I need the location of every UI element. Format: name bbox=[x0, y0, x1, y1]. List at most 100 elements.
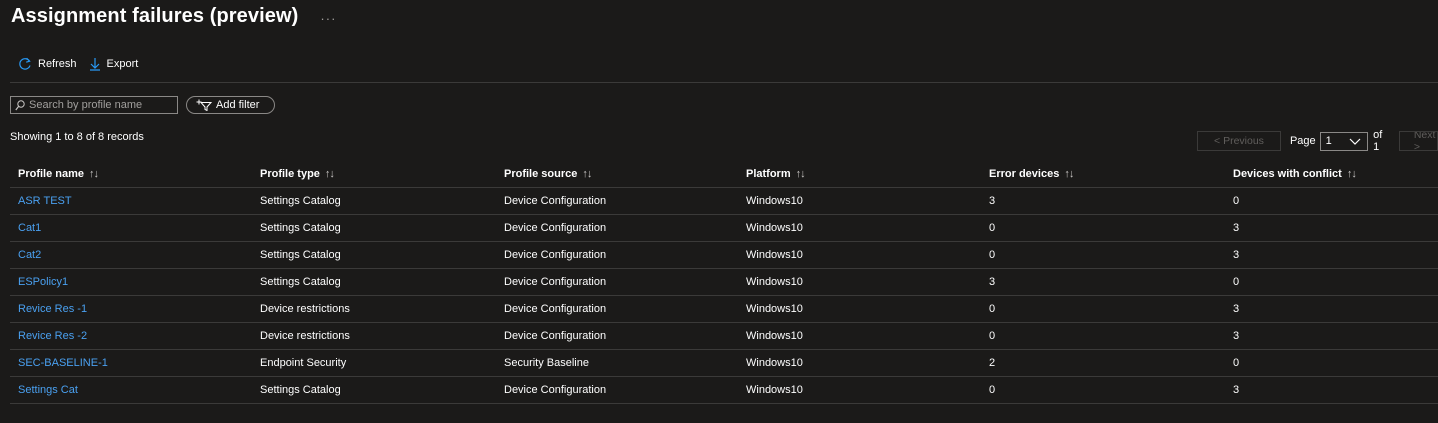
add-filter-button[interactable]: Add filter bbox=[186, 96, 275, 114]
export-label: Export bbox=[106, 58, 139, 70]
sort-icon: ↑↓ bbox=[795, 167, 806, 180]
profile-type-cell: Device restrictions bbox=[252, 295, 496, 323]
next-button[interactable]: Next > bbox=[1398, 131, 1438, 151]
column-header-label: Profile source bbox=[504, 167, 578, 180]
devices-with-conflict-cell: 0 bbox=[1225, 187, 1438, 215]
previous-button[interactable]: < Previous bbox=[1197, 131, 1281, 151]
search-input[interactable] bbox=[25, 99, 169, 111]
column-header-error-devices[interactable]: Error devices ↑↓ bbox=[981, 160, 1225, 188]
toolbar: Refresh Export bbox=[18, 57, 150, 71]
devices-with-conflict-cell: 3 bbox=[1225, 376, 1438, 404]
platform-cell: Windows10 bbox=[738, 214, 981, 242]
devices-with-conflict-cell: 3 bbox=[1225, 295, 1438, 323]
table-row: Revice Res -2 Device restrictions Device… bbox=[10, 322, 1438, 350]
profile-source-cell: Device Configuration bbox=[496, 322, 738, 350]
column-header-label: Error devices bbox=[989, 167, 1060, 180]
table-row: Settings Cat Settings Catalog Device Con… bbox=[10, 376, 1438, 404]
column-header-platform[interactable]: Platform ↑↓ bbox=[738, 160, 981, 188]
error-devices-cell: 0 bbox=[981, 295, 1225, 323]
profile-name-link[interactable]: SEC-BASELINE-1 bbox=[10, 349, 252, 377]
column-header-label: Platform bbox=[746, 167, 791, 180]
column-header-profile-name[interactable]: Profile name ↑↓ bbox=[10, 160, 252, 188]
profile-name-link[interactable]: Settings Cat bbox=[10, 376, 252, 404]
refresh-icon bbox=[19, 57, 31, 70]
column-header-label: Profile name bbox=[18, 167, 85, 180]
table-row: SEC-BASELINE-1 Endpoint Security Securit… bbox=[10, 349, 1438, 377]
profile-type-cell: Endpoint Security bbox=[252, 349, 496, 377]
search-box bbox=[10, 96, 178, 114]
records-count: Showing 1 to 8 of 8 records bbox=[10, 131, 144, 143]
devices-with-conflict-cell: 0 bbox=[1225, 268, 1438, 296]
page-title: Assignment failures (preview) bbox=[11, 5, 299, 27]
profile-name-link[interactable]: Revice Res -1 bbox=[10, 295, 252, 323]
profile-source-cell: Device Configuration bbox=[496, 187, 738, 215]
error-devices-cell: 0 bbox=[981, 322, 1225, 350]
profile-name-link[interactable]: Cat1 bbox=[10, 214, 252, 242]
sort-icon: ↑↓ bbox=[89, 167, 99, 180]
platform-cell: Windows10 bbox=[738, 241, 981, 269]
search-icon bbox=[15, 99, 25, 110]
error-devices-cell: 3 bbox=[981, 187, 1225, 215]
column-header-profile-source[interactable]: Profile source ↑↓ bbox=[496, 160, 738, 188]
more-options-button[interactable]: ··· bbox=[320, 11, 336, 26]
table-row: ESPolicy1 Settings Catalog Device Config… bbox=[10, 268, 1438, 296]
error-devices-cell: 0 bbox=[981, 214, 1225, 242]
platform-cell: Windows10 bbox=[738, 349, 981, 377]
error-devices-cell: 2 bbox=[981, 349, 1225, 377]
sort-icon: ↑↓ bbox=[1064, 167, 1074, 180]
profile-type-cell: Settings Catalog bbox=[252, 376, 496, 404]
page-select-value: 1 bbox=[1325, 135, 1332, 147]
sort-icon: ↑↓ bbox=[324, 167, 335, 180]
refresh-button[interactable]: Refresh bbox=[18, 57, 77, 71]
export-button[interactable]: Export bbox=[89, 57, 139, 71]
table-row: Cat1 Settings Catalog Device Configurati… bbox=[10, 214, 1438, 242]
pagination: < Previous Page 1 of 1 Next > bbox=[1197, 129, 1438, 153]
add-filter-icon bbox=[196, 99, 212, 111]
profile-name-link[interactable]: ESPolicy1 bbox=[10, 268, 252, 296]
table-row: Revice Res -1 Device restrictions Device… bbox=[10, 295, 1438, 323]
profile-type-cell: Settings Catalog bbox=[252, 241, 496, 269]
platform-cell: Windows10 bbox=[738, 295, 981, 323]
page-count-label: of 1 bbox=[1373, 129, 1383, 153]
toolbar-divider bbox=[10, 82, 1438, 83]
add-filter-label: Add filter bbox=[216, 99, 260, 111]
page-select[interactable]: 1 bbox=[1319, 131, 1369, 151]
profile-source-cell: Device Configuration bbox=[496, 214, 738, 242]
profile-type-cell: Settings Catalog bbox=[252, 187, 496, 215]
profile-name-link[interactable]: Cat2 bbox=[10, 241, 252, 269]
chevron-down-icon bbox=[1349, 138, 1361, 145]
devices-with-conflict-cell: 3 bbox=[1225, 322, 1438, 350]
profile-source-cell: Device Configuration bbox=[496, 241, 738, 269]
refresh-label: Refresh bbox=[38, 58, 77, 70]
devices-with-conflict-cell: 3 bbox=[1225, 241, 1438, 269]
column-header-label: Profile type bbox=[260, 167, 320, 180]
platform-cell: Windows10 bbox=[738, 376, 981, 404]
platform-cell: Windows10 bbox=[738, 322, 981, 350]
profile-name-link[interactable]: ASR TEST bbox=[10, 187, 252, 215]
table-header-row: Profile name ↑↓ Profile type ↑↓ Profile so… bbox=[10, 160, 1438, 188]
profile-type-cell: Settings Catalog bbox=[252, 268, 496, 296]
profile-type-cell: Device restrictions bbox=[252, 322, 496, 350]
table-row: Cat2 Settings Catalog Device Configurati… bbox=[10, 241, 1438, 269]
column-header-label: Devices with conflict bbox=[1233, 167, 1342, 180]
assignment-failures-table: Profile name ↑↓ Profile type ↑↓ Profile so… bbox=[10, 160, 1438, 404]
error-devices-cell: 0 bbox=[981, 241, 1225, 269]
column-header-profile-type[interactable]: Profile type ↑↓ bbox=[252, 160, 496, 188]
profile-source-cell: Device Configuration bbox=[496, 376, 738, 404]
platform-cell: Windows10 bbox=[738, 268, 981, 296]
devices-with-conflict-cell: 3 bbox=[1225, 214, 1438, 242]
table-row: ASR TEST Settings Catalog Device Configu… bbox=[10, 187, 1438, 215]
sort-icon: ↑↓ bbox=[1346, 167, 1357, 180]
profile-source-cell: Device Configuration bbox=[496, 268, 738, 296]
error-devices-cell: 3 bbox=[981, 268, 1225, 296]
profile-name-link[interactable]: Revice Res -2 bbox=[10, 322, 252, 350]
column-header-devices-with-conflict[interactable]: Devices with conflict ↑↓ bbox=[1225, 160, 1438, 188]
page-label: Page bbox=[1289, 135, 1316, 147]
title-row: Assignment failures (preview) ··· bbox=[11, 5, 336, 28]
profile-type-cell: Settings Catalog bbox=[252, 214, 496, 242]
download-icon bbox=[89, 58, 100, 71]
platform-cell: Windows10 bbox=[738, 187, 981, 215]
devices-with-conflict-cell: 0 bbox=[1225, 349, 1438, 377]
sort-icon: ↑↓ bbox=[582, 167, 592, 180]
profile-source-cell: Device Configuration bbox=[496, 295, 738, 323]
